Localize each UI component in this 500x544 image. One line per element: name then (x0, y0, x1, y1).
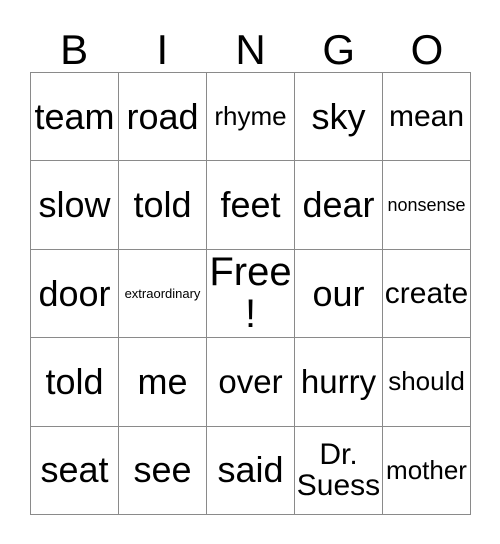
bingo-cell-label: team (34, 95, 115, 137)
bingo-cell[interactable]: me (119, 338, 207, 427)
bingo-cell-label: should (388, 366, 465, 397)
bingo-cell[interactable]: extraordinary (119, 249, 207, 339)
bingo-cell-label: road (126, 95, 199, 137)
bingo-cell-label: seat (40, 449, 109, 491)
bingo-cell[interactable]: hurry (295, 338, 383, 427)
bingo-cell[interactable]: told (119, 161, 207, 250)
bingo-cell[interactable]: rhyme (207, 73, 295, 162)
bingo-cell-label: extraordinary (124, 285, 201, 301)
bingo-cell[interactable]: told (31, 338, 119, 427)
bingo-cell-label: Dr. Suess (296, 437, 381, 503)
bingo-cell-label: over (218, 362, 283, 400)
bingo-cell[interactable]: door (31, 249, 119, 339)
bingo-cell-label: slow (38, 184, 111, 226)
bingo-cell-label: hurry (300, 362, 377, 400)
bingo-card: B I N G O team road rhyme sky mean slow told fe… (0, 0, 500, 544)
bingo-cell[interactable]: nonsense (383, 161, 471, 250)
bingo-cell[interactable]: team (31, 73, 119, 162)
bingo-cell-label: sky (311, 95, 366, 137)
bingo-cell-label: Free! (209, 250, 292, 337)
bingo-cell-label: rhyme (214, 101, 287, 132)
bingo-cell-label: see (133, 449, 192, 491)
bingo-cell[interactable]: seat (31, 426, 119, 515)
bingo-cell[interactable]: mean (383, 73, 471, 162)
bingo-cell-label: feet (220, 184, 281, 226)
bingo-cell-label: mother (386, 454, 467, 485)
bingo-cell-label: nonsense (387, 194, 466, 215)
bingo-cell-label: told (133, 184, 192, 226)
bingo-cell[interactable]: Free! (207, 249, 295, 339)
bingo-grid: team road rhyme sky mean slow told feet dear nons… (30, 72, 471, 515)
bingo-cell[interactable]: slow (31, 161, 119, 250)
bingo-cell-label: told (45, 360, 104, 402)
header-letter-o: O (410, 26, 444, 73)
bingo-cell-label: our (312, 272, 365, 314)
bingo-cell[interactable]: said (207, 426, 295, 515)
header-letter-n: N (235, 26, 266, 73)
bingo-cell-label: dear (302, 184, 375, 226)
bingo-cell[interactable]: see (119, 426, 207, 515)
header-letter-g: G (322, 26, 356, 73)
bingo-cell[interactable]: should (383, 338, 471, 427)
bingo-cell[interactable]: mother (383, 426, 471, 515)
bingo-cell-label: create (384, 276, 469, 310)
bingo-cell-label: me (137, 360, 188, 402)
header-letter-b: B (60, 26, 89, 73)
bingo-cell[interactable]: create (383, 249, 471, 339)
bingo-cell-label: said (217, 449, 284, 491)
bingo-cell[interactable]: dear (295, 161, 383, 250)
bingo-cell[interactable]: sky (295, 73, 383, 162)
bingo-cell[interactable]: feet (207, 161, 295, 250)
bingo-cell[interactable]: Dr. Suess (295, 426, 383, 515)
bingo-cell[interactable]: over (207, 338, 295, 427)
bingo-header: B I N G O (30, 22, 471, 72)
bingo-cell[interactable]: our (295, 249, 383, 339)
bingo-cell[interactable]: road (119, 73, 207, 162)
header-letter-i: I (156, 26, 169, 73)
bingo-cell-label: mean (388, 99, 465, 133)
bingo-cell-label: door (38, 272, 111, 314)
